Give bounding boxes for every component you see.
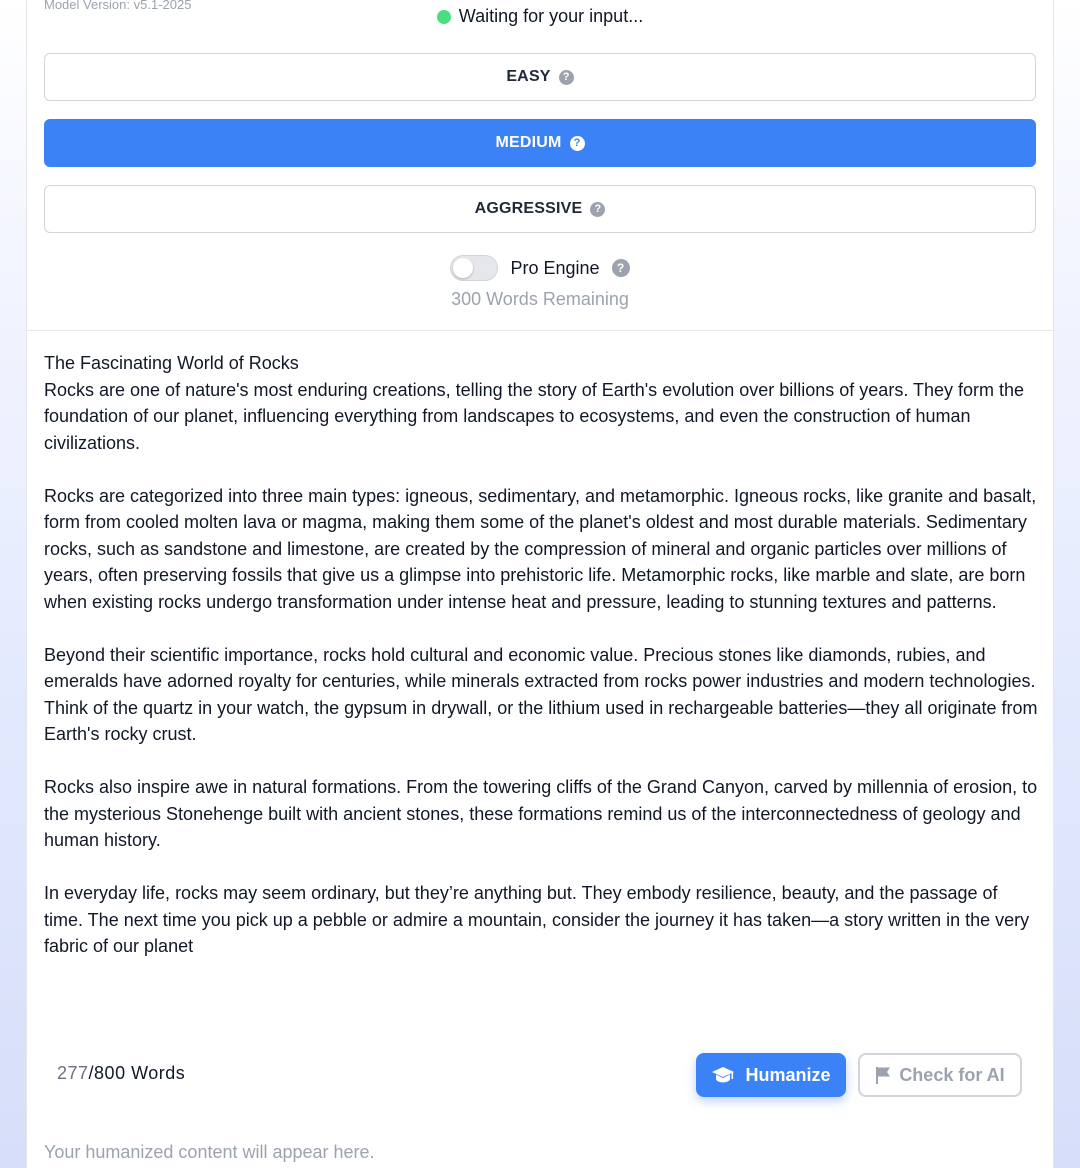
input-paragraph: Rocks also inspire awe in natural format… xyxy=(44,777,1038,850)
mode-aggressive-button[interactable]: AGGRESSIVE ? xyxy=(44,185,1036,233)
status-dot-icon xyxy=(436,9,451,24)
input-paragraph: Rocks are categorized into three main ty… xyxy=(44,485,1037,612)
humanize-button[interactable]: Humanize xyxy=(696,1053,846,1097)
check-for-ai-button[interactable]: Check for AI xyxy=(858,1053,1022,1097)
help-icon[interactable]: ? xyxy=(590,201,606,217)
toggle-knob xyxy=(453,258,474,278)
flag-icon xyxy=(876,1067,891,1084)
divider xyxy=(27,330,1053,331)
help-icon[interactable]: ? xyxy=(569,135,585,151)
pro-engine-label: Pro Engine xyxy=(510,257,600,278)
input-paragraph: Beyond their scientific importance, rock… xyxy=(44,644,1038,745)
mode-aggressive-label: AGGRESSIVE xyxy=(474,200,583,217)
humanize-label: Humanize xyxy=(745,1064,831,1085)
pro-engine-row: Pro Engine ? xyxy=(0,255,1080,281)
mode-medium-button[interactable]: MEDIUM ? xyxy=(44,119,1036,167)
help-icon[interactable]: ? xyxy=(611,259,630,277)
mode-easy-button[interactable]: EASY ? xyxy=(44,53,1036,101)
check-for-ai-label: Check for AI xyxy=(899,1064,1005,1085)
pro-engine-toggle[interactable] xyxy=(450,255,499,281)
mode-medium-label: MEDIUM xyxy=(495,134,562,151)
status-indicator: Waiting for your input... xyxy=(0,6,1080,27)
word-count: 277 xyxy=(57,1063,89,1083)
graduation-cap-icon xyxy=(712,1067,735,1083)
mode-easy-label: EASY xyxy=(506,68,551,85)
status-text: Waiting for your input... xyxy=(458,6,644,26)
input-paragraph: The Fascinating World of Rocks xyxy=(44,353,299,373)
input-paragraph: In everyday life, rocks may seem ordinar… xyxy=(44,883,1030,956)
words-remaining: 300 Words Remaining xyxy=(451,289,629,309)
input-paragraph: Rocks are one of nature's most enduring … xyxy=(44,379,1025,453)
word-counter: 277/800 Words xyxy=(57,1063,185,1084)
help-icon[interactable]: ? xyxy=(558,69,574,85)
output-placeholder: Your humanized content will appear here. xyxy=(44,1142,375,1162)
word-limit: /800 Words xyxy=(88,1063,186,1083)
input-text-area[interactable]: The Fascinating World of Rocks Rocks are… xyxy=(44,350,1039,986)
